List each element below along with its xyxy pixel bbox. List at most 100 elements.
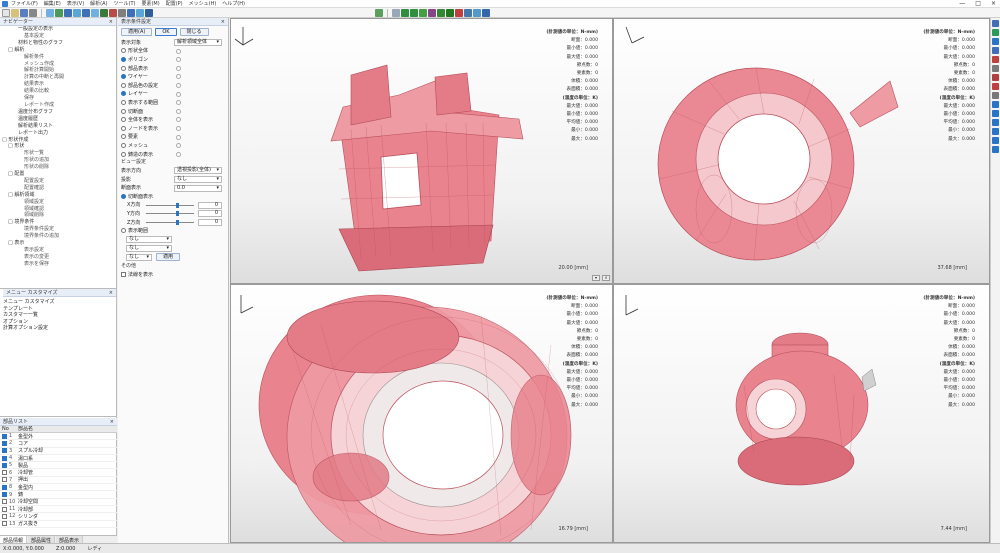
tree-item[interactable]: 配置確認 (2, 185, 116, 192)
viewport-1[interactable]: (計測値の単位：N-mm) 断面：0.000 最小値：0.000 最大値：0.000 節… (230, 18, 613, 284)
contour-icon[interactable] (437, 8, 445, 17)
fit-all-icon[interactable] (992, 146, 999, 153)
part-visible-checkbox[interactable] (2, 499, 7, 505)
target-select[interactable]: 解析領域全体 (174, 39, 222, 46)
color-swatch-icon[interactable] (176, 125, 181, 131)
view-side-icon[interactable] (64, 8, 72, 17)
tree-item[interactable]: 温度分布グラフ (2, 109, 116, 116)
tree-item[interactable]: 形状の追加 (2, 157, 116, 164)
menu-help[interactable]: ヘルプ(H) (222, 0, 245, 7)
tree-item[interactable]: 配置設定 (2, 178, 116, 185)
tree-item[interactable]: □ 表示 (2, 240, 116, 247)
view-top-icon[interactable] (55, 8, 63, 17)
color-swatch-icon[interactable] (176, 100, 181, 106)
axis-value-input[interactable]: 0 (198, 218, 222, 226)
select-icon[interactable] (992, 20, 999, 27)
measure-icon[interactable] (992, 56, 999, 63)
range-radio[interactable] (121, 228, 126, 234)
display-option-radio[interactable] (121, 134, 126, 140)
display-option-row[interactable]: 鋳造の表示 (118, 150, 228, 159)
menu-edit[interactable]: 編集(E) (44, 0, 61, 7)
marker-icon[interactable] (992, 83, 999, 90)
tree-item[interactable]: 表示の変更 (2, 254, 116, 261)
slider-knob[interactable] (176, 219, 179, 225)
color-swatch-icon[interactable] (176, 151, 181, 157)
display-option-row[interactable]: 表示する範囲 (118, 98, 228, 107)
pan-icon[interactable] (136, 8, 144, 17)
part-visible-checkbox[interactable] (2, 477, 7, 483)
close-button[interactable]: × (991, 0, 996, 7)
color-swatch-icon[interactable] (176, 91, 181, 97)
col-name[interactable]: 部品名 (18, 426, 33, 432)
viewport-menu-button[interactable]: ▾ (592, 275, 600, 281)
display-option-radio[interactable] (121, 65, 126, 71)
part-visible-checkbox[interactable] (2, 484, 7, 490)
menu-layout[interactable]: 配置(P) (166, 0, 183, 7)
tree-item[interactable]: 結果の比較 (2, 88, 116, 95)
tree-item[interactable]: 表示設定 (2, 247, 116, 254)
menu-analysis[interactable]: 解析(A) (90, 0, 107, 7)
axis-value-input[interactable]: 0 (198, 201, 222, 209)
view-front-icon[interactable] (46, 8, 54, 17)
part-visible-checkbox[interactable] (2, 433, 7, 439)
zoom-icon[interactable] (145, 8, 153, 17)
mesh-icon[interactable] (375, 8, 383, 17)
display-option-row[interactable]: ノードを表示 (118, 124, 228, 133)
color-swatch-icon[interactable] (176, 117, 181, 123)
tree-item[interactable]: □ 形状 (2, 143, 116, 150)
tree-item[interactable]: 形状一覧 (2, 150, 116, 157)
menu-view[interactable]: 表示(V) (67, 0, 84, 7)
rotate-view-icon[interactable] (992, 38, 999, 45)
view-right-icon[interactable] (100, 8, 108, 17)
part-visible-checkbox[interactable] (2, 513, 7, 519)
menu-tools[interactable]: ツール(T) (114, 0, 136, 7)
tree-item[interactable]: 計算の中断と再開 (2, 74, 116, 81)
grid-icon[interactable] (392, 8, 400, 17)
export-icon[interactable] (482, 8, 490, 17)
tree-item[interactable]: 形状の削除 (2, 164, 116, 171)
result-icon[interactable] (428, 8, 436, 17)
view-z-icon[interactable] (992, 119, 999, 126)
range-select-1[interactable]: なし (126, 236, 172, 244)
tab-part-attr[interactable]: 部品属性 (28, 536, 56, 544)
menu-mesh[interactable]: メッシュ(H) (189, 0, 217, 7)
new-file-icon[interactable] (2, 8, 10, 17)
color-swatch-icon[interactable] (176, 48, 181, 54)
save-icon[interactable] (20, 8, 28, 17)
tree-item[interactable]: 材料と物性のグラフ (2, 40, 116, 47)
fit-view-icon[interactable] (118, 8, 126, 17)
minimize-button[interactable]: — (959, 0, 965, 7)
part-visible-checkbox[interactable] (2, 521, 7, 527)
zoom-in-icon[interactable] (992, 47, 999, 54)
part-visible-checkbox[interactable] (2, 448, 7, 454)
view-x-icon[interactable] (992, 101, 999, 108)
ok-button[interactable]: OK (155, 28, 177, 36)
tree-item[interactable]: 解析条件 (2, 54, 116, 61)
range-apply-button[interactable]: 適用 (156, 253, 181, 262)
view-y-icon[interactable] (992, 110, 999, 117)
axis-slider[interactable] (146, 219, 194, 225)
tree-item[interactable]: □ 境界条件 (2, 219, 116, 226)
close-icon[interactable]: × (221, 18, 225, 26)
viewport-2[interactable]: (計測値の単位：N-mm) 断面：0.000 最小値：0.000 最大値：0.000 節… (613, 18, 990, 284)
color-swatch-icon[interactable] (176, 134, 181, 140)
axis-slider[interactable] (146, 202, 194, 208)
cut-radio-row[interactable]: 切断面表示 (118, 192, 228, 201)
viewport-4[interactable]: (計測値の単位：N-mm) 断面：0.000 最小値：0.000 最大値：0.000 節… (613, 284, 990, 543)
tree-item[interactable]: 基本設定 (2, 33, 116, 40)
tree-item[interactable]: レポート出力 (2, 130, 116, 137)
tree-item[interactable]: 保存 (2, 95, 116, 102)
view-back-icon[interactable] (82, 8, 90, 17)
tree-item[interactable]: □ 解析領域 (2, 192, 116, 199)
vector-icon[interactable] (446, 8, 454, 17)
tree-item[interactable]: 境界条件設定 (2, 226, 116, 233)
open-folder-icon[interactable] (11, 8, 19, 17)
display-option-radio[interactable] (121, 99, 126, 105)
color-swatch-icon[interactable] (176, 74, 181, 80)
cut-radio[interactable] (121, 193, 126, 199)
col-no[interactable]: No (0, 426, 18, 432)
animation-icon[interactable] (473, 8, 481, 17)
reset-view-icon[interactable] (992, 137, 999, 144)
customize-item[interactable]: 計算オプション設定 (3, 325, 116, 332)
range-radio-row[interactable]: 表示範囲 (118, 226, 228, 235)
